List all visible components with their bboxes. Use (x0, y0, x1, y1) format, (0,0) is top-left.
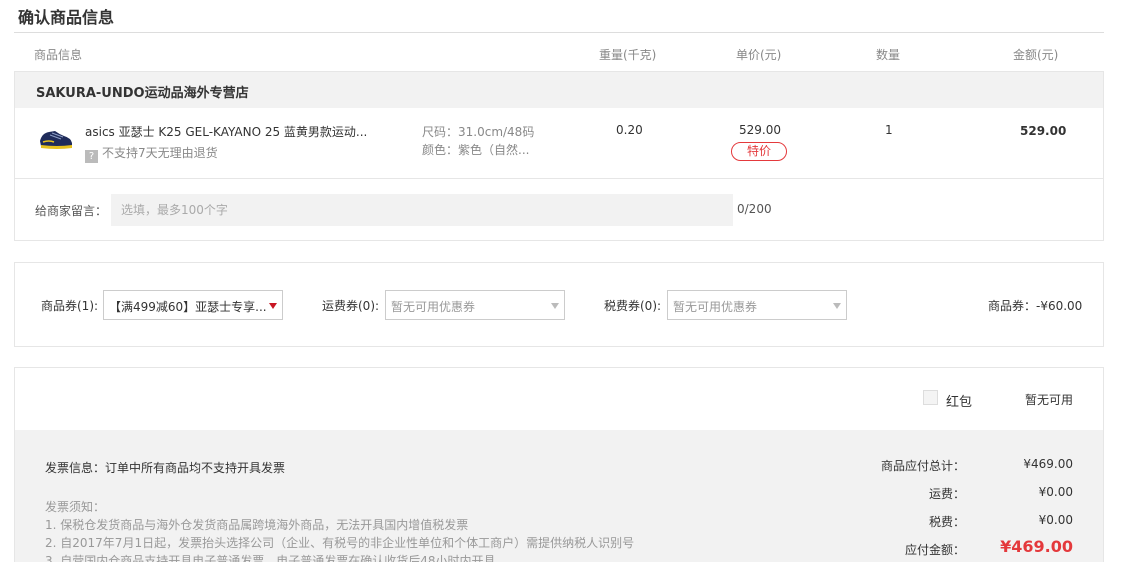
tax-coupon-label: 税费券(0): (604, 299, 662, 313)
order-item-panel: SAKURA-UNDO运动品海外专营店 asics 亚瑟士 K25 GEL-KA… (14, 71, 1104, 241)
title-divider (14, 32, 1104, 33)
column-header-amount: 金额(元) (1013, 48, 1059, 62)
page-title: 确认商品信息 (18, 8, 115, 27)
shop-name[interactable]: SAKURA-UNDO运动品海外专营店 (36, 82, 249, 101)
payment-summary-panel: 红包 暂无可用 发票信息：订单中所有商品均不支持开具发票 发票须知： 1. 保税… (14, 367, 1104, 562)
shop-header: SAKURA-UNDO运动品海外专营店 (15, 72, 1103, 108)
invoice-notice-3: 3. 自营国内仓商品支持开具电子普通发票，电子普通发票在确认收货后48小时内开具 (45, 554, 496, 562)
column-header-weight: 重量(千克) (599, 48, 657, 62)
invoice-notice-title: 发票须知： (45, 500, 106, 514)
tax-coupon-value: 暂无可用优惠券 (673, 300, 758, 314)
row-divider (15, 178, 1103, 179)
special-price-badge: 特价 (731, 142, 787, 161)
column-header-quantity: 数量 (876, 48, 901, 62)
return-policy-text: 不支持7天无理由退货 (102, 146, 218, 160)
product-coupon-value: 【满499减60】亚瑟士专享... (109, 300, 267, 314)
tax-label: 税费： (928, 515, 965, 529)
invoice-notice-2: 2. 自2017年7月1日起，发票抬头选择公司（企业、有税号的非企业性单位和个体… (45, 536, 635, 550)
invoice-info: 发票信息：订单中所有商品均不支持开具发票 (45, 461, 286, 475)
coupon-panel: 商品券(1): 【满499减60】亚瑟士专享... 运费券(0): 暂无可用优惠… (14, 262, 1104, 347)
product-coupon-select[interactable]: 【满499减60】亚瑟士专享... (103, 290, 283, 320)
chevron-down-icon (269, 303, 277, 309)
message-counter: 0/200 (737, 202, 772, 216)
shipping-coupon-select[interactable]: 暂无可用优惠券 (385, 290, 565, 320)
subtotal-value: ¥469.00 (1023, 457, 1073, 471)
red-packet-checkbox[interactable] (923, 390, 938, 405)
item-quantity: 1 (885, 123, 893, 137)
seller-message-input[interactable] (111, 194, 733, 226)
total-value: ¥469.00 (1000, 537, 1073, 556)
help-icon[interactable]: ? (85, 150, 98, 163)
shipping-coupon-label: 运费券(0): (322, 299, 380, 313)
invoice-and-totals: 发票信息：订单中所有商品均不支持开具发票 发票须知： 1. 保税仓发货商品与海外… (15, 430, 1103, 562)
red-packet-label: 红包 (946, 395, 973, 410)
chevron-down-icon (833, 303, 841, 309)
tax-coupon-select[interactable]: 暂无可用优惠券 (667, 290, 847, 320)
tax-value: ¥0.00 (1038, 513, 1073, 527)
column-header-unit-price: 单价(元) (736, 48, 782, 62)
red-packet-status: 暂无可用 (1025, 393, 1074, 407)
shoe-icon (40, 131, 72, 149)
product-name-link[interactable]: asics 亚瑟士 K25 GEL-KAYANO 25 蓝黄男款运动... (85, 123, 367, 140)
item-weight: 0.20 (616, 123, 643, 137)
column-header-product: 商品信息 (34, 48, 83, 62)
coupon-discount-summary: 商品券：-¥60.00 (988, 299, 1083, 313)
shipping-label: 运费： (928, 487, 965, 501)
message-label: 给商家留言： (35, 204, 108, 218)
chevron-down-icon (551, 303, 559, 309)
spec-size: 尺码：31.0cm/48码 (422, 125, 535, 139)
product-thumbnail[interactable] (37, 125, 75, 153)
item-unit-price: 529.00 (739, 123, 781, 137)
item-amount: 529.00 (1020, 124, 1067, 138)
product-coupon-label: 商品券(1): (41, 299, 99, 313)
return-policy: ? 不支持7天无理由退货 (85, 144, 218, 163)
spec-color: 颜色：紫色（自然... (422, 143, 530, 157)
invoice-notice-1: 1. 保税仓发货商品与海外仓发货商品属跨境海外商品，无法开具国内增值税发票 (45, 518, 469, 532)
total-label: 应付金额： (904, 543, 965, 557)
shipping-coupon-value: 暂无可用优惠券 (391, 300, 476, 314)
subtotal-label: 商品应付总计： (880, 459, 965, 473)
shipping-value: ¥0.00 (1038, 485, 1073, 499)
